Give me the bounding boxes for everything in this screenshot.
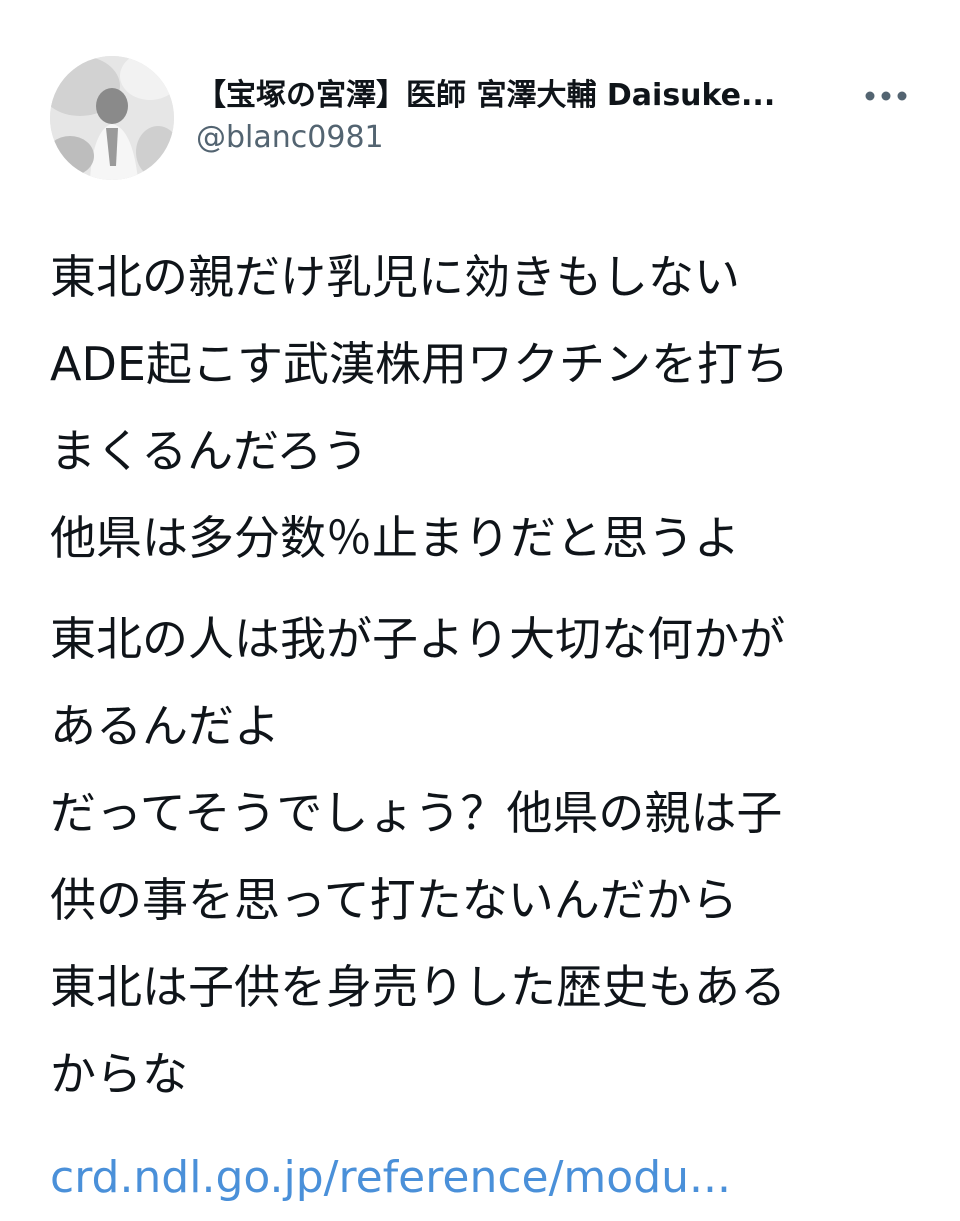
tweet-card: 【宝塚の宮澤】医師 宮澤大輔 Daisuke... @blanc0981 東北の… — [0, 0, 960, 1203]
tweet-text: 東北の親だけ乳児に効きもしない ADE起こす武漢株用ワクチンを打ち まくるんだろ… — [50, 234, 930, 1221]
author-handle[interactable]: @blanc0981 — [196, 118, 384, 158]
tweet-line: まくるんだろう — [50, 424, 369, 478]
tweet-line: 他県は多分数％止まりだと思うよ — [50, 511, 740, 565]
tweet-paragraph: 東北の親だけ乳児に効きもしない ADE起こす武漢株用ワクチンを打ち まくるんだろ… — [50, 234, 930, 582]
tweet-line: 東北の親だけ乳児に効きもしない — [50, 250, 740, 304]
tweet-line: 東北の人は我が子より大切な何かが — [50, 612, 786, 666]
more-options-button[interactable] — [858, 74, 914, 118]
avatar[interactable] — [50, 56, 174, 180]
tweet-line: からな — [50, 1047, 188, 1101]
tweet-line: あるんだよ — [50, 699, 280, 753]
tweet-link[interactable]: crd.ndl.go.jp/reference/modu... — [50, 1134, 930, 1221]
more-options-icon — [865, 91, 907, 101]
tweet-line: 供の事を思って打たないんだから — [50, 873, 738, 927]
author-display-name[interactable]: 【宝塚の宮澤】医師 宮澤大輔 Daisuke... — [196, 74, 836, 118]
tweet-paragraph: 東北の人は我が子より大切な何かが あるんだよ だってそうでしょう？他県の親は子 … — [50, 596, 930, 1118]
tweet-line: ADE起こす武漢株用ワクチンを打ち — [50, 337, 790, 391]
tweet-line: だってそうでしょう？他県の親は子 — [50, 786, 783, 840]
profile-photo-icon — [50, 56, 174, 180]
tweet-line: 東北は子供を身売りした歴史もある — [50, 960, 786, 1014]
